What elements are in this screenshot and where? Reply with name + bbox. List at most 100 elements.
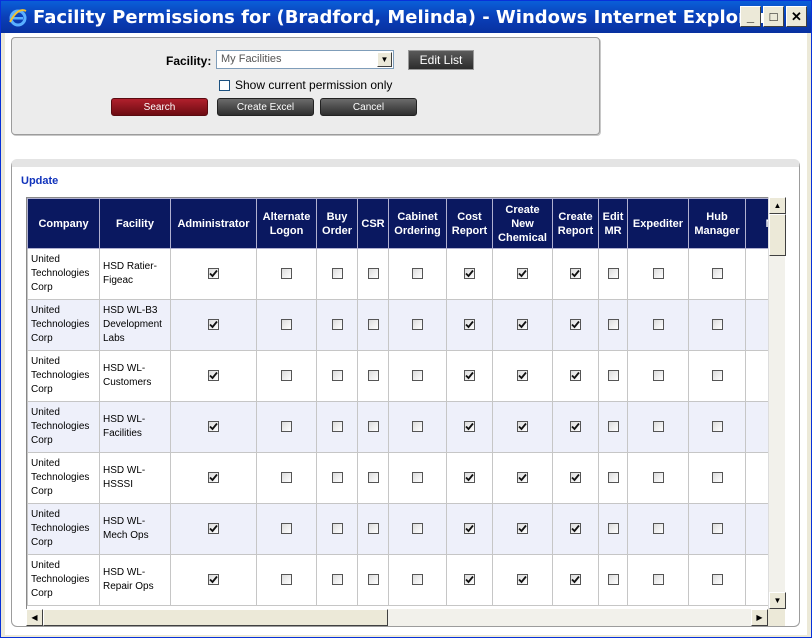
permission-checkbox[interactable] <box>331 267 343 279</box>
permission-checkbox[interactable] <box>367 267 379 279</box>
permission-checkbox[interactable] <box>208 369 219 381</box>
permission-checkbox[interactable] <box>607 420 619 432</box>
permission-checkbox[interactable] <box>570 369 581 381</box>
permission-checkbox[interactable] <box>711 420 723 432</box>
show-current-option[interactable]: Show current permission only <box>219 78 392 92</box>
permission-cell <box>688 503 746 555</box>
permission-checkbox[interactable] <box>607 318 619 330</box>
permission-checkbox[interactable] <box>208 471 219 483</box>
permission-checkbox[interactable] <box>367 369 379 381</box>
scroll-down-icon[interactable]: ▼ <box>769 592 786 609</box>
cancel-button[interactable]: Cancel <box>320 98 417 116</box>
permission-checkbox[interactable] <box>517 369 528 381</box>
permission-checkbox[interactable] <box>208 522 219 534</box>
permission-checkbox[interactable] <box>367 573 379 585</box>
permission-checkbox[interactable] <box>517 420 528 432</box>
permission-checkbox[interactable] <box>711 573 723 585</box>
vertical-scrollbar[interactable]: ▲ ▼ <box>768 197 786 609</box>
permission-checkbox[interactable] <box>281 267 292 279</box>
permission-checkbox[interactable] <box>412 573 423 585</box>
permission-checkbox[interactable] <box>652 369 664 381</box>
permission-checkbox[interactable] <box>652 573 664 585</box>
permission-checkbox[interactable] <box>570 573 581 585</box>
permission-checkbox[interactable] <box>412 369 423 381</box>
permission-checkbox[interactable] <box>331 318 343 330</box>
permission-checkbox[interactable] <box>652 420 664 432</box>
permission-checkbox[interactable] <box>464 267 475 279</box>
permission-checkbox[interactable] <box>711 522 723 534</box>
permission-checkbox[interactable] <box>517 471 528 483</box>
permission-checkbox[interactable] <box>281 369 292 381</box>
permission-checkbox[interactable] <box>607 522 619 534</box>
minimize-button[interactable]: _ <box>740 6 761 27</box>
permission-checkbox[interactable] <box>331 573 343 585</box>
permission-checkbox[interactable] <box>711 267 723 279</box>
permission-checkbox[interactable] <box>281 318 292 330</box>
permission-checkbox[interactable] <box>331 522 343 534</box>
permission-checkbox[interactable] <box>517 318 528 330</box>
close-button[interactable]: ✕ <box>786 6 807 27</box>
permission-checkbox[interactable] <box>412 420 423 432</box>
checkmark-icon <box>209 371 218 380</box>
permission-checkbox[interactable] <box>208 267 219 279</box>
permission-checkbox[interactable] <box>652 522 664 534</box>
search-button[interactable]: Search <box>111 98 208 116</box>
edit-list-button[interactable]: Edit List <box>408 50 474 70</box>
create-excel-button[interactable]: Create Excel <box>217 98 314 116</box>
permission-checkbox[interactable] <box>331 420 343 432</box>
permission-checkbox[interactable] <box>464 369 475 381</box>
permission-checkbox[interactable] <box>652 471 664 483</box>
permission-checkbox[interactable] <box>412 522 423 534</box>
permission-checkbox[interactable] <box>281 573 292 585</box>
permission-checkbox[interactable] <box>570 267 581 279</box>
permission-checkbox[interactable] <box>331 471 343 483</box>
permission-checkbox[interactable] <box>331 369 343 381</box>
scroll-right-icon[interactable]: ▶ <box>751 609 768 626</box>
permission-checkbox[interactable] <box>281 471 292 483</box>
permission-checkbox[interactable] <box>517 573 528 585</box>
permission-checkbox[interactable] <box>464 471 475 483</box>
facility-select[interactable]: My Facilities ▼ <box>216 50 394 69</box>
permission-checkbox[interactable] <box>607 471 619 483</box>
permission-checkbox[interactable] <box>367 471 379 483</box>
permission-checkbox[interactable] <box>570 420 581 432</box>
permission-checkbox[interactable] <box>464 318 475 330</box>
permission-checkbox[interactable] <box>208 573 219 585</box>
permission-checkbox[interactable] <box>711 318 723 330</box>
permission-checkbox[interactable] <box>652 318 664 330</box>
permission-checkbox[interactable] <box>570 318 581 330</box>
chevron-down-icon[interactable]: ▼ <box>377 52 392 67</box>
show-current-checkbox[interactable] <box>219 79 230 91</box>
permission-checkbox[interactable] <box>367 318 379 330</box>
permission-checkbox[interactable] <box>412 318 423 330</box>
permission-checkbox[interactable] <box>208 420 219 432</box>
permission-checkbox[interactable] <box>412 471 423 483</box>
permission-checkbox[interactable] <box>517 267 528 279</box>
permission-checkbox[interactable] <box>281 522 292 534</box>
permission-checkbox[interactable] <box>208 318 219 330</box>
permission-checkbox[interactable] <box>711 369 723 381</box>
permission-checkbox[interactable] <box>464 573 475 585</box>
permission-checkbox[interactable] <box>607 369 619 381</box>
permission-checkbox[interactable] <box>652 267 664 279</box>
horizontal-scrollbar[interactable]: ◀ ▶ <box>26 609 768 626</box>
title-bar[interactable]: Facility Permissions for (Bradford, Meli… <box>1 1 811 33</box>
permission-checkbox[interactable] <box>607 267 619 279</box>
permission-checkbox[interactable] <box>607 573 619 585</box>
horizontal-scroll-thumb[interactable] <box>43 609 388 626</box>
permission-checkbox[interactable] <box>367 420 379 432</box>
permission-checkbox[interactable] <box>517 522 528 534</box>
vertical-scroll-thumb[interactable] <box>769 214 786 256</box>
permission-checkbox[interactable] <box>711 471 723 483</box>
permission-checkbox[interactable] <box>412 267 423 279</box>
scroll-up-icon[interactable]: ▲ <box>769 197 786 214</box>
permission-checkbox[interactable] <box>367 522 379 534</box>
permission-checkbox[interactable] <box>281 420 292 432</box>
permission-checkbox[interactable] <box>464 522 475 534</box>
update-link[interactable]: Update <box>21 175 58 187</box>
maximize-button[interactable]: □ <box>763 6 784 27</box>
permission-checkbox[interactable] <box>570 522 581 534</box>
permission-checkbox[interactable] <box>464 420 475 432</box>
permission-checkbox[interactable] <box>570 471 581 483</box>
scroll-left-icon[interactable]: ◀ <box>26 609 43 626</box>
